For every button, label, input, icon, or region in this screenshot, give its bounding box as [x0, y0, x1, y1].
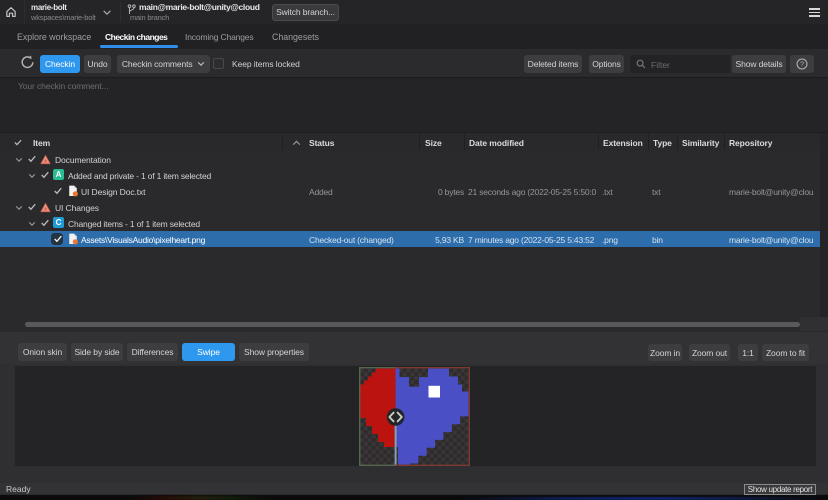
svg-text:?: ? — [800, 61, 804, 68]
